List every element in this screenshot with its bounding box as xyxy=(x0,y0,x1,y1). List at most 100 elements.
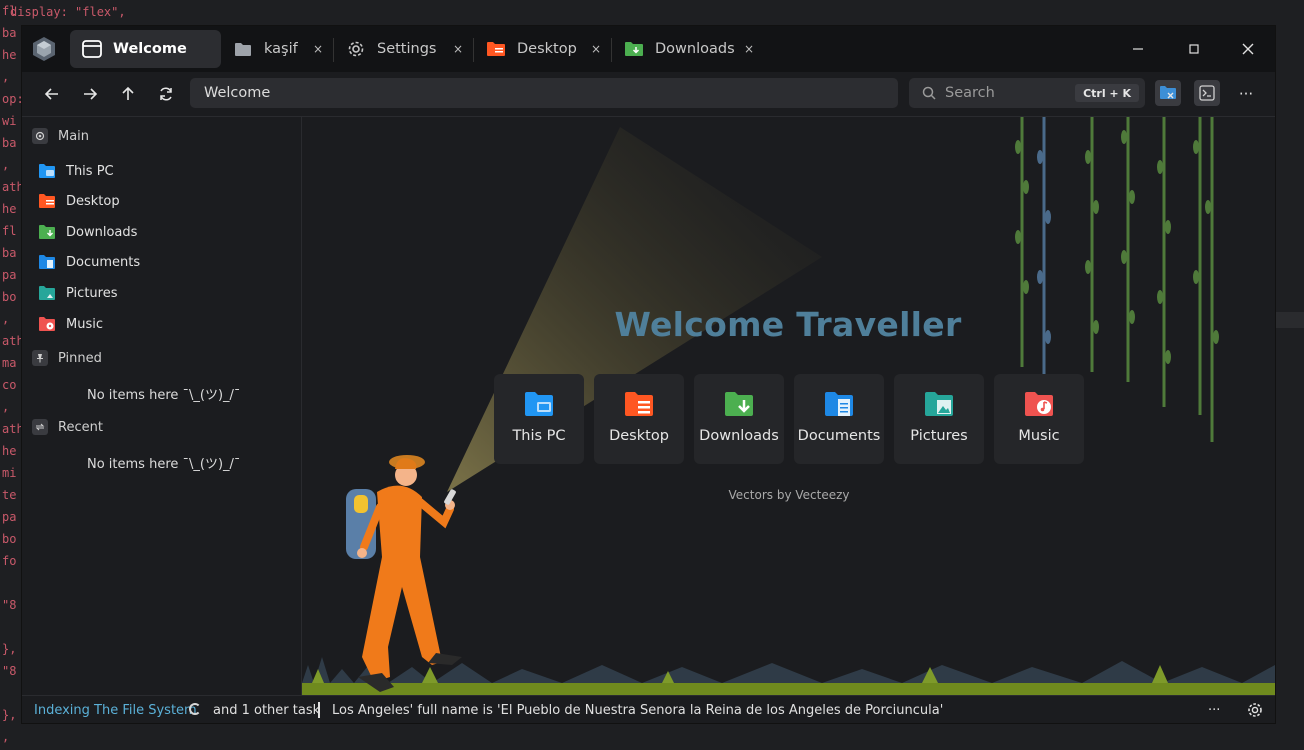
desktop-folder-icon xyxy=(486,39,506,59)
background-code-line: , xyxy=(2,158,10,172)
background-code-line: pa xyxy=(2,510,17,524)
status-more-button[interactable]: ··· xyxy=(1208,703,1220,718)
refresh-button[interactable] xyxy=(154,82,178,106)
music-folder-icon xyxy=(1025,392,1053,416)
search-input[interactable]: Search Ctrl + K xyxy=(909,78,1145,108)
sidebar-item-label: Downloads xyxy=(66,224,138,240)
status-bar: Indexing The File System and 1 other tas… xyxy=(22,695,1275,723)
sidebar-section-recent[interactable]: Recent xyxy=(32,419,103,435)
sidebar-item-documents[interactable]: Documents xyxy=(38,253,140,271)
tab-kasif[interactable]: kaşif × xyxy=(221,30,333,68)
quick-access-pictures[interactable]: Pictures xyxy=(894,374,984,464)
refresh-icon xyxy=(160,87,172,101)
maximize-button[interactable] xyxy=(1182,38,1206,60)
gear-icon[interactable] xyxy=(1247,702,1263,718)
up-button[interactable] xyxy=(116,82,140,106)
minimize-button[interactable] xyxy=(1126,38,1150,60)
loading-spinner-icon xyxy=(189,703,201,715)
tab-settings[interactable]: Settings × xyxy=(334,30,473,68)
downloads-folder-icon xyxy=(39,225,55,239)
recent-empty-message: No items here ¯\_(ツ)_/¯ xyxy=(87,457,241,472)
dual-pane-button[interactable] xyxy=(1155,80,1181,106)
sidebar-item-music[interactable]: Music xyxy=(38,315,103,333)
close-tab-icon[interactable]: × xyxy=(591,42,601,56)
sidebar-item-desktop[interactable]: Desktop xyxy=(38,192,120,210)
tab-downloads[interactable]: Downloads × xyxy=(612,30,764,68)
sidebar-item-label: Pictures xyxy=(66,285,118,301)
quick-access-this-pc[interactable]: This PC xyxy=(494,374,584,464)
background-editor-highlight xyxy=(1275,312,1304,328)
background-code-line: fl xyxy=(2,4,17,18)
welcome-title: Welcome Traveller xyxy=(614,305,962,344)
tab-desktop[interactable]: Desktop × xyxy=(474,30,611,68)
background-code-line xyxy=(0,616,22,638)
desktop-folder-icon xyxy=(39,194,55,208)
sidebar-item-label: This PC xyxy=(66,163,114,179)
background-code-line: fo xyxy=(2,554,17,568)
tile-label: Documents xyxy=(797,428,881,444)
pinned-empty-message: No items here ¯\_(ツ)_/¯ xyxy=(87,388,241,403)
background-code-line: mi xyxy=(2,466,17,480)
tile-label: Music xyxy=(1018,428,1060,444)
tile-label: This PC xyxy=(512,428,566,444)
app-logo-icon[interactable] xyxy=(31,36,57,62)
close-tab-icon[interactable]: × xyxy=(453,42,463,56)
navigation-bar: Welcome Search Ctrl + K ··· xyxy=(22,72,1275,117)
sidebar-section-main[interactable]: Main xyxy=(32,128,89,144)
other-tasks-count[interactable]: and 1 other task xyxy=(213,703,320,718)
address-bar[interactable]: Welcome xyxy=(190,78,898,108)
sidebar-section-pinned[interactable]: Pinned xyxy=(32,350,102,366)
terminal-button[interactable] xyxy=(1194,80,1220,106)
sidebar-section-label: Pinned xyxy=(58,350,102,366)
close-tab-icon[interactable]: × xyxy=(313,42,323,56)
back-button[interactable] xyxy=(40,82,64,106)
main-section-icon xyxy=(32,128,48,144)
background-code-line: "8 xyxy=(2,598,17,612)
background-code-line xyxy=(0,682,22,704)
indexing-status[interactable]: Indexing The File System xyxy=(34,703,197,718)
background-code-line: ba xyxy=(2,246,17,260)
close-tab-icon[interactable]: × xyxy=(744,42,754,56)
quick-access-downloads[interactable]: Downloads xyxy=(694,374,784,464)
background-code-line: }, xyxy=(2,708,17,722)
pictures-folder-icon xyxy=(925,392,953,416)
search-placeholder: Search xyxy=(945,85,995,101)
background-code-line: ath xyxy=(2,422,22,436)
sidebar-item-label: Desktop xyxy=(66,193,120,209)
background-code-line xyxy=(0,572,22,594)
background-code-line: ba xyxy=(2,26,17,40)
this-pc-icon xyxy=(525,392,553,416)
background-code-line: bo xyxy=(2,290,17,304)
background-code-line: he xyxy=(2,444,17,458)
recent-icon xyxy=(32,419,48,435)
search-shortcut-badge: Ctrl + K xyxy=(1075,84,1139,102)
pictures-folder-icon xyxy=(39,286,55,300)
welcome-page: Welcome Traveller This PC Desktop Downlo… xyxy=(302,117,1275,695)
background-code-line: te xyxy=(2,488,17,502)
background-code-line: , xyxy=(2,400,10,414)
folder-icon xyxy=(233,39,253,59)
desktop-folder-icon xyxy=(625,392,653,416)
background-code-line: he xyxy=(2,48,17,62)
more-options-button[interactable]: ··· xyxy=(1234,82,1258,106)
illustration-credit: Vectors by Vecteezy xyxy=(728,488,850,502)
tab-label: kaşif xyxy=(264,41,298,57)
background-code-line: , xyxy=(2,730,10,744)
ground xyxy=(302,683,1275,695)
background-code-line: wi xyxy=(2,114,17,128)
traveller-illustration xyxy=(346,455,462,692)
background-code-line: display: "flex", xyxy=(10,5,126,19)
close-button[interactable] xyxy=(1236,38,1260,60)
terminal-icon xyxy=(1199,85,1215,101)
fun-fact-text: Los Angeles' full name is 'El Pueblo de … xyxy=(332,702,944,718)
sidebar-item-this-pc[interactable]: This PC xyxy=(38,162,114,180)
sidebar-item-pictures[interactable]: Pictures xyxy=(38,284,117,302)
quick-access-desktop[interactable]: Desktop xyxy=(594,374,684,464)
sidebar-item-downloads[interactable]: Downloads xyxy=(38,223,137,241)
gear-icon xyxy=(346,39,366,59)
quick-access-music[interactable]: Music xyxy=(994,374,1084,464)
forward-button[interactable] xyxy=(78,82,102,106)
tab-welcome[interactable]: Welcome xyxy=(70,30,221,68)
tile-label: Pictures xyxy=(910,428,968,444)
quick-access-documents[interactable]: Documents xyxy=(794,374,884,464)
